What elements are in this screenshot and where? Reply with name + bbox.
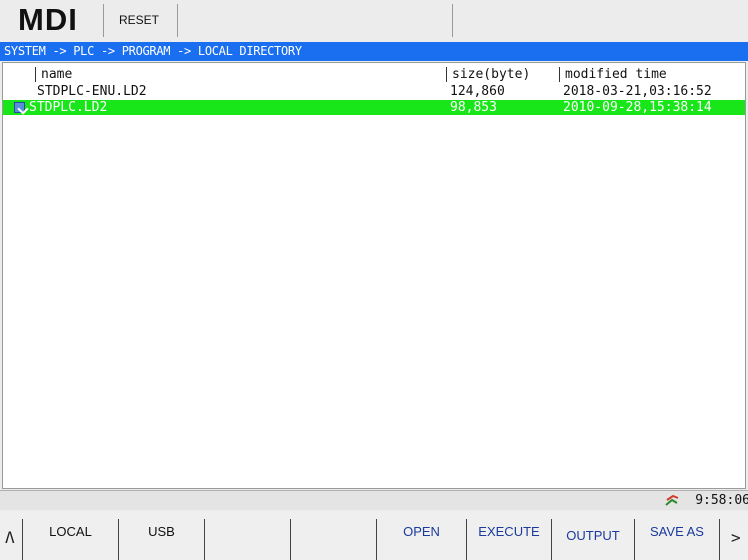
column-header-modified[interactable]: modified time	[565, 67, 667, 82]
output-softkey[interactable]: OUTPUT	[552, 528, 634, 544]
breadcrumb: SYSTEM -> PLC -> PROGRAM -> LOCAL DIRECT…	[0, 42, 748, 61]
file-size: 98,853	[450, 100, 497, 115]
status-strip: 9:58:06	[0, 490, 748, 510]
column-divider	[35, 67, 36, 82]
clock: 9:58:06	[695, 493, 748, 508]
next-page-button[interactable]: >	[731, 529, 741, 547]
column-header-size[interactable]: size(byte)	[452, 67, 530, 82]
local-softkey[interactable]: LOCAL	[23, 524, 118, 540]
network-status-icon	[665, 494, 679, 506]
usb-softkey[interactable]: USB	[119, 524, 204, 540]
divider	[452, 4, 453, 37]
save-as-softkey[interactable]: SAVE AS	[635, 524, 719, 540]
top-status-bar: MDI RESET	[0, 0, 748, 42]
divider	[719, 519, 720, 560]
file-row-selected[interactable]: STDPLC.LD2 98,853 2010-09-28,15:38:14	[3, 100, 745, 115]
file-name: STDPLC-ENU.LD2	[37, 84, 147, 99]
prev-page-button[interactable]: Λ	[5, 529, 15, 547]
divider	[177, 4, 178, 37]
mode-indicator: MDI	[18, 2, 78, 37]
column-header-name[interactable]: name	[41, 67, 72, 82]
divider	[103, 4, 104, 37]
reset-indicator: RESET	[119, 13, 160, 27]
file-list-panel: name size(byte) modified time STDPLC-ENU…	[2, 62, 746, 489]
divider	[290, 519, 291, 560]
softkey-bar: Λ LOCAL USB OPEN EXECUTE OUTPUT SAVE AS …	[0, 511, 748, 560]
file-size: 124,860	[450, 84, 505, 99]
file-modified: 2018-03-21,03:16:52	[563, 84, 712, 99]
execute-softkey[interactable]: EXECUTE	[467, 524, 551, 540]
column-divider	[446, 67, 447, 82]
column-divider	[559, 67, 560, 82]
file-modified: 2010-09-28,15:38:14	[563, 100, 712, 115]
open-softkey[interactable]: OPEN	[377, 524, 466, 540]
divider	[204, 519, 205, 560]
file-icon	[14, 102, 25, 113]
file-name: STDPLC.LD2	[29, 100, 108, 115]
file-row[interactable]: STDPLC-ENU.LD2 124,860 2018-03-21,03:16:…	[3, 84, 745, 99]
